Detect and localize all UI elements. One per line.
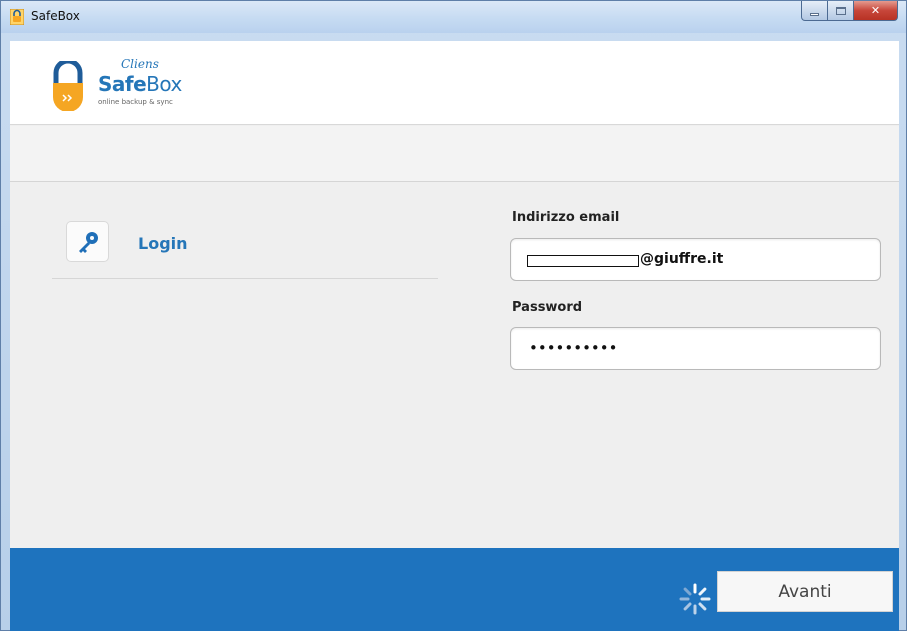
logo-wordmark: SafeBox — [98, 72, 182, 96]
next-button[interactable]: Avanti — [717, 571, 893, 612]
logo-tagline: online backup & sync — [98, 98, 173, 106]
title-bar[interactable]: SafeBox ✕ — [1, 1, 906, 33]
logo-safe-text: Safe — [98, 72, 147, 96]
app-window: SafeBox ✕ Cliens SafeBox online backup &… — [0, 0, 907, 631]
nav-item-login[interactable]: Login — [52, 219, 438, 279]
minimize-button[interactable] — [801, 1, 828, 21]
safebox-app-icon — [10, 9, 24, 25]
window-title: SafeBox — [31, 9, 80, 23]
logo-cliens-text: Cliens — [121, 57, 159, 71]
toolbar-strip — [10, 126, 899, 182]
lock-logo-icon — [53, 61, 83, 111]
loading-spinner-icon — [679, 583, 711, 615]
key-glyph — [78, 231, 98, 253]
email-label: Indirizzo email — [512, 210, 620, 225]
client-area: Cliens SafeBox online backup & sync Logi… — [10, 41, 899, 631]
logo-box-text: Box — [146, 72, 182, 96]
minimize-icon — [810, 12, 819, 16]
close-icon: ✕ — [870, 4, 881, 17]
email-domain-text: @giuffre.it — [640, 251, 724, 267]
nav-item-label: Login — [138, 234, 188, 253]
key-icon — [66, 221, 109, 262]
safebox-logo: Cliens SafeBox online backup & sync — [50, 57, 200, 117]
close-button[interactable]: ✕ — [854, 1, 898, 21]
window-controls: ✕ — [801, 1, 898, 23]
email-field[interactable]: @giuffre.it — [510, 238, 881, 281]
maximize-icon — [835, 6, 846, 15]
password-field[interactable]: •••••••••• — [510, 327, 881, 370]
password-label: Password — [512, 300, 583, 315]
footer-bar: Avanti — [10, 548, 899, 631]
app-header: Cliens SafeBox online backup & sync — [10, 41, 899, 125]
maximize-button[interactable] — [828, 1, 854, 21]
main-content: Login Indirizzo email @giuffre.it Passwo… — [10, 183, 899, 548]
email-redacted-part — [527, 255, 639, 267]
password-value: •••••••••• — [529, 339, 618, 357]
